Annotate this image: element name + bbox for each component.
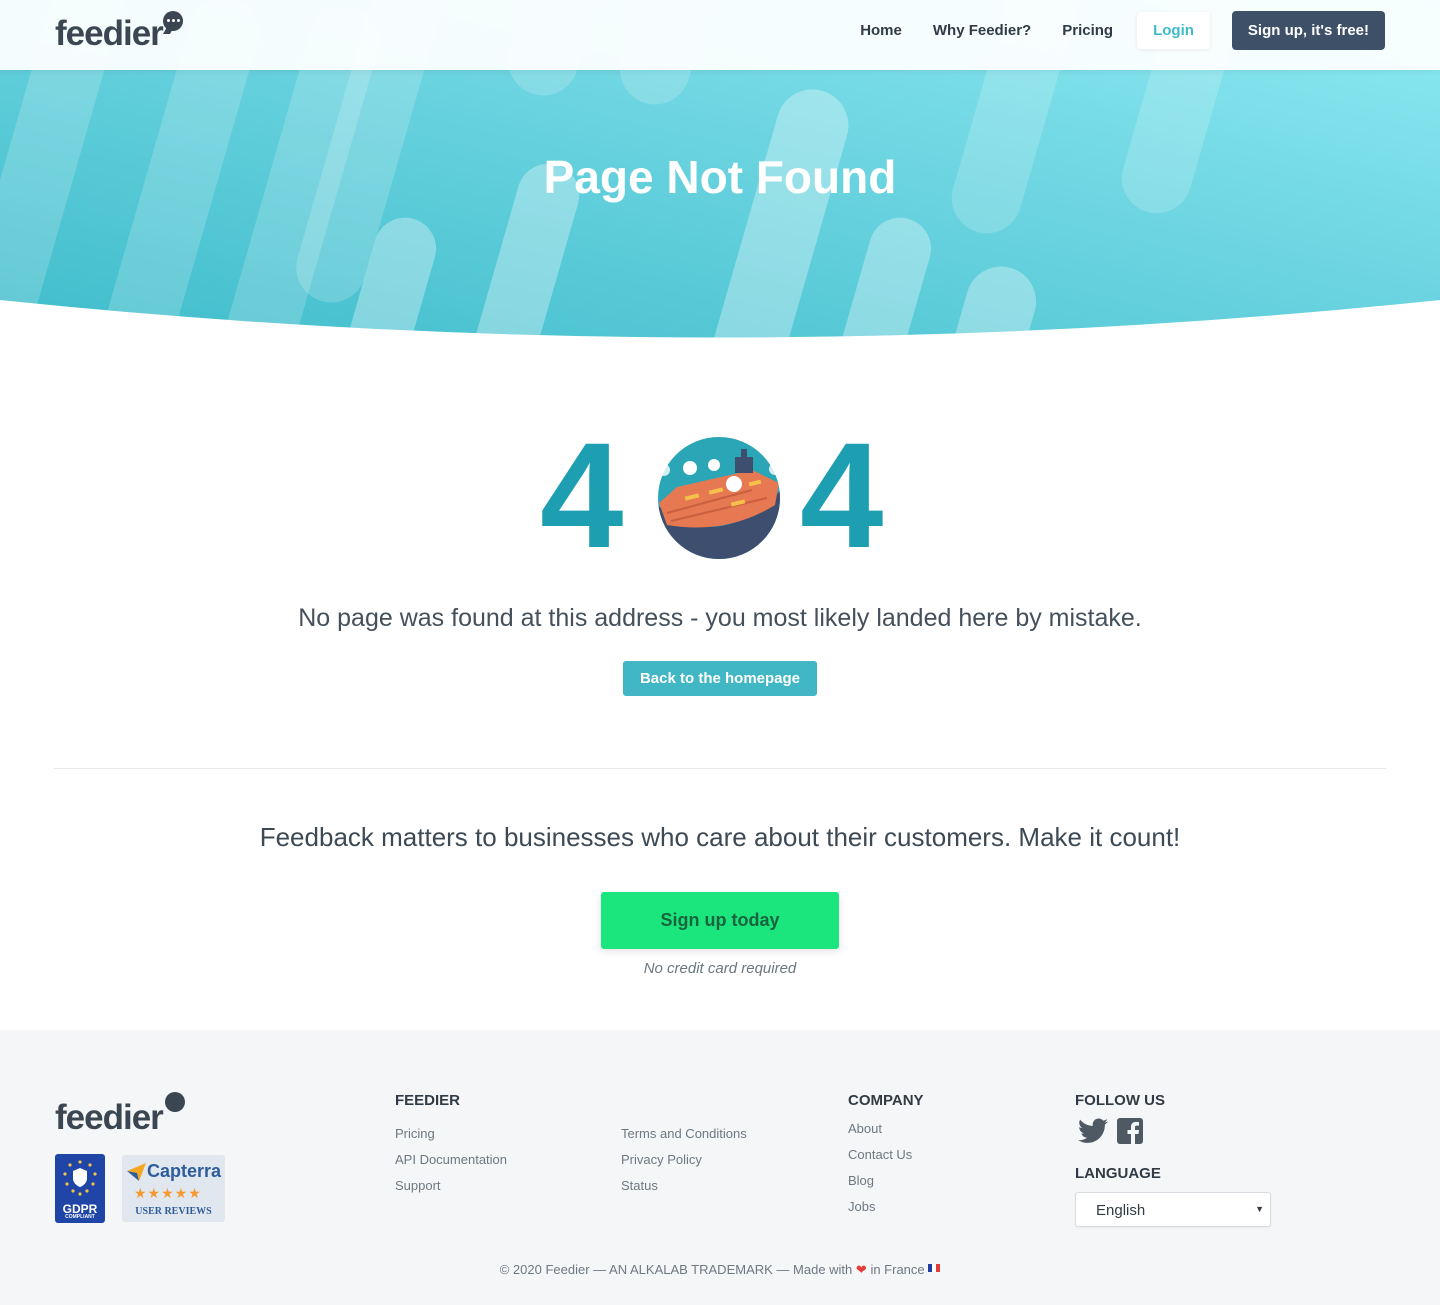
copyright-line: © 2020 Feedier — AN ALKALAB TRADEMARK — …: [0, 1262, 1440, 1278]
language-selected-value: English: [1096, 1202, 1146, 1219]
footer-language-heading: LANGUAGE: [1075, 1165, 1161, 1182]
nav-why-feedier-link[interactable]: Why Feedier?: [933, 22, 1031, 39]
sign-up-today-button[interactable]: Sign up today: [601, 892, 839, 949]
main-nav: Home Why Feedier? Pricing Login Sign up,…: [829, 10, 1385, 50]
footer-company-heading: COMPANY: [848, 1092, 924, 1109]
language-select[interactable]: English ▼: [1075, 1192, 1271, 1227]
ship-illustration-icon: [658, 437, 781, 559]
capterra-user-reviews: USER REVIEWS: [135, 1206, 212, 1217]
section-divider: [54, 768, 1386, 769]
footer-link-about[interactable]: About: [848, 1121, 882, 1136]
france-flag-icon: [928, 1264, 941, 1272]
nav-pricing-link[interactable]: Pricing: [1062, 22, 1113, 39]
capterra-stars: ★★★★★: [134, 1185, 202, 1201]
cta-text: Feedback matters to businesses who care …: [259, 822, 1181, 852]
footer-link-terms[interactable]: Terms and Conditions: [621, 1126, 747, 1141]
footer-link-status[interactable]: Status: [621, 1178, 658, 1193]
error-digit-right: 4: [800, 411, 884, 579]
error-message: No page was found at this address - you …: [298, 604, 1142, 632]
copyright-text: © 2020 Feedier — AN ALKALAB TRADEMARK — …: [499, 1262, 853, 1277]
copyright-country: in France: [870, 1262, 925, 1277]
footer-link-support[interactable]: Support: [395, 1178, 441, 1193]
capterra-badge[interactable]: Capterra ★★★★★ USER REVIEWS: [122, 1155, 225, 1222]
footer-feedier-logo[interactable]: feedier: [55, 1092, 185, 1138]
top-navigation-bar: feedier Home Why Feedier? Pricing Login …: [0, 0, 1440, 70]
error-digit-left: 4: [540, 411, 624, 579]
capterra-logo-icon: [127, 1163, 146, 1181]
footer-link-jobs[interactable]: Jobs: [848, 1199, 875, 1214]
nav-home-link[interactable]: Home: [860, 22, 902, 39]
facebook-icon[interactable]: [1117, 1118, 1143, 1144]
footer-curve: [0, 1030, 1440, 1050]
chevron-down-icon: ▼: [1255, 1204, 1264, 1214]
back-to-homepage-button[interactable]: Back to the homepage: [623, 661, 817, 696]
gdpr-subtitle: COMPLIANT: [65, 1214, 95, 1220]
footer-follow-heading: FOLLOW US: [1075, 1092, 1165, 1109]
footer-logo-text: feedier: [55, 1098, 164, 1137]
footer-link-api-documentation[interactable]: API Documentation: [395, 1152, 507, 1167]
signup-button[interactable]: Sign up, it's free!: [1231, 10, 1385, 50]
footer-link-pricing[interactable]: Pricing: [395, 1126, 435, 1141]
footer-feedier-heading: FEEDIER: [395, 1092, 461, 1109]
no-credit-card-note: No credit card required: [643, 960, 797, 977]
login-button[interactable]: Login: [1137, 11, 1210, 49]
footer-link-privacy-policy[interactable]: Privacy Policy: [621, 1152, 702, 1167]
heart-icon: ❤: [855, 1262, 867, 1277]
feedier-logo[interactable]: feedier: [55, 11, 183, 54]
feedier-logo-bubble-icon: [162, 11, 183, 31]
footer-link-blog[interactable]: Blog: [848, 1173, 874, 1188]
gdpr-shield-icon: [63, 1160, 97, 1196]
footer-link-contact-us[interactable]: Contact Us: [848, 1147, 912, 1162]
feedier-logo-bubble-icon: [164, 1092, 185, 1112]
twitter-icon[interactable]: [1078, 1118, 1108, 1144]
gdpr-badge: GDPR COMPLIANT: [55, 1154, 105, 1223]
logo-text: feedier: [55, 14, 164, 53]
page-title: Page Not Found: [543, 151, 897, 203]
capterra-name: Capterra: [147, 1161, 222, 1181]
